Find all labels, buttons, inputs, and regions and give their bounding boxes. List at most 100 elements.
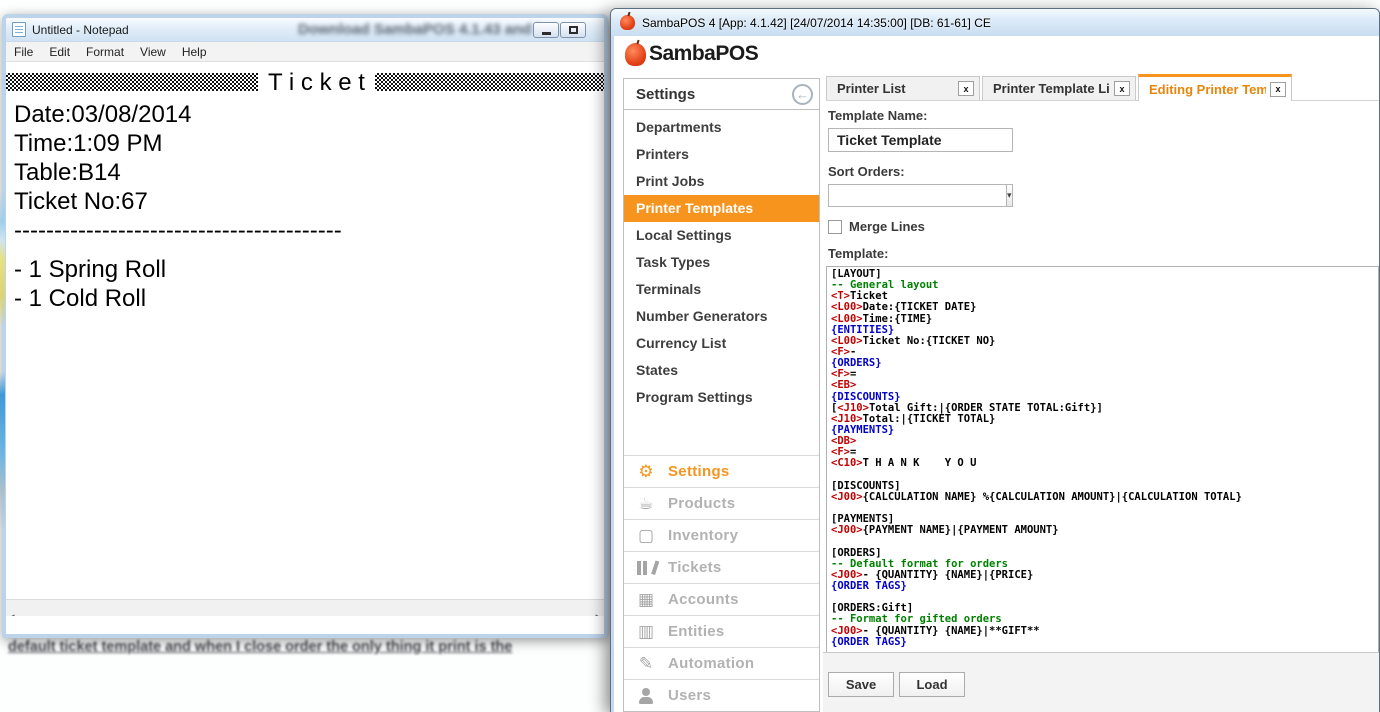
sidebar-item-task-types[interactable]: Task Types bbox=[624, 249, 819, 276]
nav-item-entities[interactable]: ▥ Entities bbox=[624, 615, 819, 647]
sidebar-item-states[interactable]: States bbox=[624, 357, 819, 384]
calculator-icon: ▦ bbox=[633, 590, 659, 610]
nav-item-users[interactable]: Users bbox=[624, 679, 819, 711]
code-line: <C10>T H A N K Y O U bbox=[831, 458, 1378, 469]
code-line: <L00>Time:{TIME} bbox=[831, 314, 1378, 325]
back-arrow-icon[interactable] bbox=[792, 84, 813, 105]
nav-label: Accounts bbox=[668, 591, 739, 608]
code-line: <J00>{PAYMENT NAME}|{PAYMENT AMOUNT} bbox=[831, 525, 1378, 536]
horizontal-scrollbar[interactable] bbox=[6, 599, 604, 616]
nav-item-automation[interactable]: ✎Automation bbox=[624, 647, 819, 679]
screen: default ticket template and when I close… bbox=[0, 0, 1380, 712]
cup-icon: ☕ bbox=[633, 494, 659, 514]
chevron-down-icon[interactable] bbox=[1006, 184, 1013, 207]
merge-lines-row: Merge Lines bbox=[828, 219, 1379, 234]
restore-button[interactable] bbox=[560, 22, 586, 38]
menu-help[interactable]: Help bbox=[174, 45, 215, 59]
tab-label: Printer List bbox=[837, 81, 954, 96]
books-icon bbox=[633, 560, 659, 575]
background-blurred-text: default ticket template and when I close… bbox=[8, 639, 512, 655]
sidebar-item-currency-list[interactable]: Currency List bbox=[624, 330, 819, 357]
sort-orders-label: Sort Orders: bbox=[828, 164, 1379, 179]
code-line: <DB> bbox=[831, 436, 1378, 447]
code-line: <F>= bbox=[831, 369, 1378, 380]
notepad-text-area[interactable]: T i c k e t Date:03/08/2014Time:1:09 PMT… bbox=[6, 62, 604, 616]
nav-item-accounts[interactable]: ▦ Accounts bbox=[624, 583, 819, 615]
sidebar-item-local-settings[interactable]: Local Settings bbox=[624, 222, 819, 249]
nav-label: Entities bbox=[668, 623, 725, 640]
settings-sidebar: Settings DepartmentsPrintersPrint JobsPr… bbox=[623, 78, 820, 712]
code-line: <J00>{CALCULATION NAME} %{CALCULATION AM… bbox=[831, 492, 1378, 503]
restore-icon bbox=[569, 26, 578, 34]
sambapos-window-title: SambaPOS 4 [App: 4.1.42] [24/07/2014 14:… bbox=[642, 16, 991, 30]
menu-file[interactable]: File bbox=[6, 45, 41, 59]
sidebar-item-departments[interactable]: Departments bbox=[624, 114, 819, 141]
dither-pattern-left bbox=[6, 73, 258, 91]
code-line: {ORDERS} bbox=[831, 358, 1378, 369]
tab-label: Printer Template List bbox=[993, 81, 1110, 96]
barcode-icon: ▥ bbox=[633, 622, 659, 642]
menu-view[interactable]: View bbox=[132, 45, 174, 59]
ticket-line: Ticket No:67 bbox=[14, 187, 604, 216]
tab-close-button[interactable]: x bbox=[1270, 82, 1286, 97]
sidebar-items: DepartmentsPrintersPrint JobsPrinter Tem… bbox=[624, 110, 819, 411]
sidebar-item-number-generators[interactable]: Number Generators bbox=[624, 303, 819, 330]
notepad-icon bbox=[12, 22, 26, 37]
nav-label: Tickets bbox=[668, 559, 722, 576]
sambapos-app-icon bbox=[620, 15, 635, 30]
menu-edit[interactable]: Edit bbox=[41, 45, 78, 59]
main-area: Printer ListxPrinter Template ListxEditi… bbox=[823, 36, 1379, 712]
notepad-titlebar[interactable]: Download SambaPOS 4.1.43 and ins Untitle… bbox=[6, 18, 604, 42]
notepad-menubar: FileEditFormatViewHelp bbox=[6, 42, 604, 62]
template-name-input[interactable] bbox=[828, 128, 1013, 152]
sort-orders-combobox[interactable] bbox=[828, 184, 920, 207]
template-code-textarea[interactable]: [LAYOUT]-- General layout<T>Ticket<L00>D… bbox=[826, 266, 1379, 666]
tab-printer-list[interactable]: Printer List x bbox=[826, 76, 980, 100]
code-line: {PAYMENTS} bbox=[831, 425, 1378, 436]
nav-item-settings[interactable]: ⚙Settings bbox=[624, 455, 819, 487]
tab-printer-template-list[interactable]: Printer Template List x bbox=[982, 76, 1136, 100]
sidebar-item-terminals[interactable]: Terminals bbox=[624, 276, 819, 303]
merge-lines-label: Merge Lines bbox=[849, 219, 925, 234]
code-line bbox=[831, 503, 1378, 514]
nav-item-products[interactable]: ☕Products bbox=[624, 487, 819, 519]
nav-label: Inventory bbox=[668, 527, 738, 544]
template-label: Template: bbox=[828, 246, 1379, 261]
sidebar-item-program-settings[interactable]: Program Settings bbox=[624, 384, 819, 411]
tab-close-button[interactable]: x bbox=[958, 81, 974, 96]
sambapos-logo: SambaPOS bbox=[625, 42, 758, 66]
template-name-label: Template Name: bbox=[828, 108, 1379, 123]
sidebar-item-printer-templates[interactable]: Printer Templates bbox=[624, 195, 819, 222]
sambapos-titlebar[interactable]: SambaPOS 4 [App: 4.1.42] [24/07/2014 14:… bbox=[611, 9, 1379, 36]
tab-close-button[interactable]: x bbox=[1114, 81, 1130, 96]
nav-item-inventory[interactable]: ▢Inventory bbox=[624, 519, 819, 551]
code-line: <J00>- {QUANTITY} {NAME}|{PRICE} bbox=[831, 570, 1378, 581]
load-button[interactable]: Load bbox=[899, 672, 965, 697]
code-line bbox=[831, 536, 1378, 547]
code-line: <J00>- {QUANTITY} {NAME}|**GIFT** bbox=[831, 626, 1378, 637]
ticket-line: Time:1:09 PM bbox=[14, 129, 604, 158]
blank-line bbox=[14, 245, 604, 255]
code-line bbox=[831, 470, 1378, 481]
save-button[interactable]: Save bbox=[828, 672, 894, 697]
template-editor: Template Name: Sort Orders: Merge Lines … bbox=[828, 108, 1379, 652]
code-line: {ORDER TAGS} bbox=[831, 637, 1378, 648]
background-blurred-browser-title: Download SambaPOS 4.1.43 and ins bbox=[298, 21, 557, 38]
sidebar-item-printers[interactable]: Printers bbox=[624, 141, 819, 168]
sidebar-item-print-jobs[interactable]: Print Jobs bbox=[624, 168, 819, 195]
sidebar-header: Settings bbox=[624, 79, 819, 110]
menu-format[interactable]: Format bbox=[78, 45, 132, 59]
nav-item-tickets[interactable]: Tickets bbox=[624, 551, 819, 583]
sambapos-body: SambaPOS Settings DepartmentsPrintersPri… bbox=[614, 36, 1379, 712]
footer-bar: Save Load bbox=[823, 652, 1379, 712]
gear-icon: ⚙ bbox=[633, 462, 659, 482]
notepad-window-controls bbox=[533, 22, 586, 38]
sambapos-logo-icon bbox=[625, 43, 646, 66]
tab-editing-printer-temp[interactable]: Editing Printer Tempx bbox=[1138, 74, 1292, 101]
ticket-order-line: - 1 Spring Roll bbox=[14, 255, 604, 284]
merge-lines-checkbox[interactable] bbox=[828, 220, 842, 234]
minimize-button[interactable] bbox=[533, 22, 559, 38]
sort-orders-input[interactable] bbox=[828, 184, 1006, 207]
sidebar-header-title: Settings bbox=[636, 86, 792, 103]
code-line: <L00>Ticket No:{TICKET NO} bbox=[831, 336, 1378, 347]
